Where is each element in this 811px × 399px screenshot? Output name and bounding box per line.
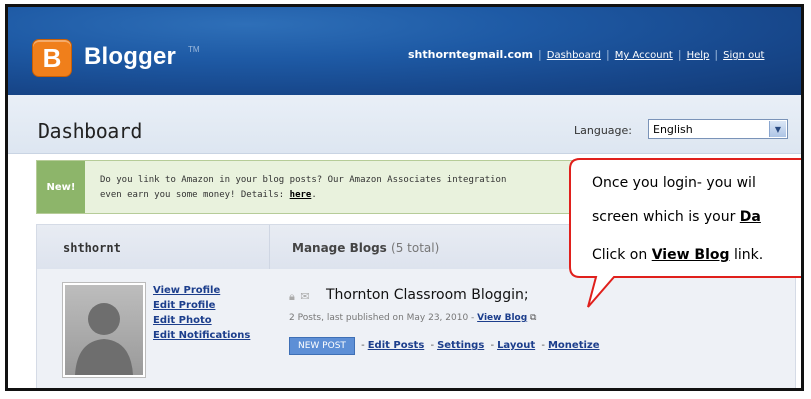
language-value: English xyxy=(653,123,693,136)
avatar[interactable] xyxy=(63,283,145,377)
edit-profile-link[interactable]: Edit Profile xyxy=(153,298,250,313)
callout-dashboard-ref: Da xyxy=(739,209,761,225)
brand-trademark: TM xyxy=(188,45,200,54)
monetize-link[interactable]: Monetize xyxy=(548,340,600,351)
nav-sign-out-link[interactable]: Sign out xyxy=(723,50,764,61)
promo-details-link[interactable]: here xyxy=(290,190,312,200)
instruction-callout: Once you login- you wil screen which is … xyxy=(566,155,801,308)
edit-notifications-link[interactable]: Edit Notifications xyxy=(153,328,250,343)
view-profile-link[interactable]: View Profile xyxy=(153,283,250,298)
brand-name: Blogger xyxy=(84,43,177,70)
manage-blogs-title: Manage Blogs xyxy=(292,241,387,255)
dashboard-bar: Dashboard Language: English ▼ xyxy=(8,95,801,154)
new-badge: New! xyxy=(37,161,85,213)
view-blog-link[interactable]: View Blog xyxy=(477,313,527,323)
blogger-logo-icon[interactable]: B xyxy=(32,39,72,77)
language-label: Language: xyxy=(574,124,632,137)
promo-line-1: Do you link to Amazon in your blog posts… xyxy=(100,175,507,185)
page-title: Dashboard xyxy=(38,119,142,143)
profile-header: shthornt xyxy=(37,225,270,269)
blog-actions: NEW POST - Edit Posts - Settings - Layout -… xyxy=(289,337,600,355)
edit-posts-link[interactable]: Edit Posts xyxy=(368,340,425,351)
chevron-down-icon[interactable]: ▼ xyxy=(769,121,786,137)
screenshot-frame: B Blogger TM shthorntegmail.com | Dashboar… xyxy=(5,4,804,391)
logo-letter: B xyxy=(42,42,62,73)
callout-line-1: Once you login- you wil xyxy=(592,175,756,191)
promo-line-2: even earn you some money! Details: here. xyxy=(100,190,317,200)
callout-line-2: screen which is your Da xyxy=(592,209,761,225)
profile-links: View Profile Edit Profile Edit Photo Edi… xyxy=(153,283,250,343)
callout-line-3: Click on View Blog link. xyxy=(592,247,764,263)
nav-help-link[interactable]: Help xyxy=(687,50,710,61)
default-avatar-icon xyxy=(75,303,133,375)
callout-view-blog-ref: View Blog xyxy=(651,247,730,263)
nav-my-account-link[interactable]: My Account xyxy=(615,50,673,61)
mail-icon: ✉ xyxy=(300,290,310,303)
blog-count: (5 total) xyxy=(391,241,440,255)
edit-photo-link[interactable]: Edit Photo xyxy=(153,313,250,328)
new-post-button[interactable]: NEW POST xyxy=(289,337,355,355)
language-select[interactable]: English ▼ xyxy=(648,119,788,139)
external-window-icon[interactable]: ⧉ xyxy=(530,313,536,323)
blog-title: Thornton Classroom Bloggin; xyxy=(326,287,529,303)
blog-meta: 2 Posts, last published on May 23, 2010 … xyxy=(289,313,537,323)
top-nav: shthorntegmail.com | Dashboard | My Account |… xyxy=(408,48,765,61)
lock-icon: 🔒︎ xyxy=(289,290,295,303)
nav-dashboard-link[interactable]: Dashboard xyxy=(547,50,601,61)
layout-link[interactable]: Layout xyxy=(497,340,535,351)
blogger-header: B Blogger TM shthorntegmail.com | Dashboar… xyxy=(8,7,801,95)
user-email: shthorntegmail.com xyxy=(408,48,534,61)
settings-link[interactable]: Settings xyxy=(437,340,484,351)
promo-text: Do you link to Amazon in your blog posts… xyxy=(100,173,550,203)
promo-banner: New! Do you link to Amazon in your blog … xyxy=(36,160,596,214)
profile-username: shthornt xyxy=(63,241,121,255)
blog-icons: 🔒︎ ✉ xyxy=(289,290,310,304)
